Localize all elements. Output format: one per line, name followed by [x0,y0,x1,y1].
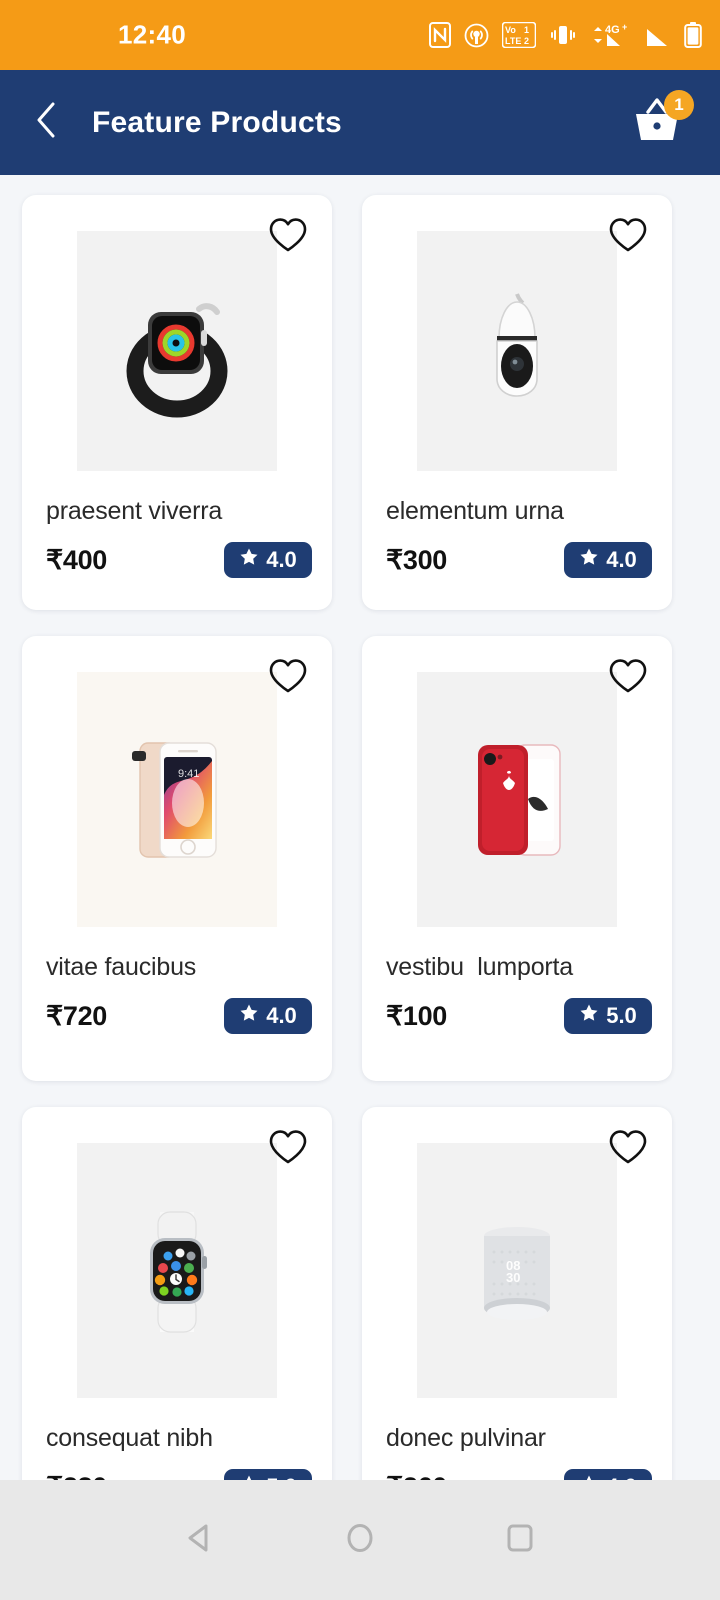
rating-badge: 5.0 [224,1469,312,1480]
rating-value: 4.0 [266,547,297,572]
favorite-button[interactable] [606,1127,650,1171]
star-icon [579,1003,599,1029]
heart-icon [608,217,648,258]
star-icon [579,547,599,573]
rating-badge: 5.0 [564,998,652,1034]
product-image: 08 30 [417,1143,617,1398]
product-price: ₹100 [386,1000,448,1031]
heart-icon [268,658,308,699]
rating-badge: 4.0 [564,1469,652,1480]
nav-back-button[interactable] [165,1505,235,1575]
heart-icon [608,658,648,699]
product-image [77,231,277,471]
svg-text:2: 2 [524,36,529,46]
hotspot-icon [464,23,489,48]
nav-recents-button[interactable] [485,1505,555,1575]
product-name: vitae faucibus [46,953,197,981]
product-name: praesent viverra [46,497,223,525]
svg-text:30: 30 [506,1270,520,1285]
product-image [417,672,617,927]
price-rating-row: ₹400 4.0 [36,542,318,578]
status-bar: 12:40 Vo LTE 1 2 4G + [0,0,720,70]
battery-icon [684,22,702,48]
favorite-button[interactable] [606,656,650,700]
rating-value: 5.0 [606,1003,637,1028]
product-name: donec pulvinar [386,1424,546,1452]
product-price: ₹720 [46,1000,108,1031]
svg-text:9:41: 9:41 [178,768,199,780]
svg-text:Vo: Vo [505,25,516,35]
price-rating-row: ₹720 4.0 [36,998,318,1034]
star-icon [239,1003,259,1029]
product-card[interactable]: elementum urna ₹300 4.0 [362,195,672,610]
home-circle-icon [343,1521,377,1560]
price-rating-row: ₹260 4.0 [376,1469,658,1480]
rating-badge: 4.0 [224,542,312,578]
heart-icon [268,217,308,258]
heart-icon [268,1129,308,1170]
svg-text:LTE: LTE [505,36,521,46]
product-price: ₹300 [386,544,448,575]
nav-home-button[interactable] [325,1505,395,1575]
product-price: ₹400 [46,544,108,575]
product-image: 9:41 [77,672,277,927]
heart-icon [608,1129,648,1170]
svg-text:1: 1 [524,25,529,35]
cart-button[interactable]: 1 [628,89,694,152]
rating-value: 4.0 [606,547,637,572]
recents-square-icon [503,1521,537,1560]
favorite-button[interactable] [266,656,310,700]
product-card[interactable]: vestibu lumporta ₹100 5.0 [362,636,672,1081]
signal-4g-plus-icon: 4G + [590,22,632,48]
status-bar-icons: Vo LTE 1 2 4G + [429,22,702,48]
product-image [417,231,617,471]
star-icon [239,547,259,573]
rating-value: 4.0 [266,1003,297,1028]
product-name: elementum urna [386,497,564,525]
chevron-left-icon [35,101,57,144]
favorite-button[interactable] [266,1127,310,1171]
product-name: vestibu lumporta [386,953,573,981]
product-card[interactable]: 9:41 vitae faucibus ₹720 4.0 [22,636,332,1081]
product-image [77,1143,277,1398]
rating-badge: 4.0 [564,542,652,578]
shopping-basket-icon [628,97,686,152]
rating-badge: 4.0 [224,998,312,1034]
product-card[interactable]: praesent viverra ₹400 4.0 [22,195,332,610]
favorite-button[interactable] [266,215,310,259]
product-price: ₹230 [46,1472,107,1481]
price-rating-row: ₹230 5.0 [36,1469,318,1480]
page-title: Feature Products [92,105,342,139]
back-button[interactable] [18,95,74,151]
product-card[interactable]: 08 30 donec pulvinar ₹260 4.0 [362,1107,672,1480]
vibrate-icon [549,22,577,48]
cart-badge: 1 [664,89,694,120]
app-bar: Feature Products 1 [0,70,720,175]
volte-dual-sim-icon: Vo LTE 1 2 [502,22,536,48]
product-grid: praesent viverra ₹400 4.0 elementum urna… [0,175,720,1480]
signal-bars-icon [645,22,671,48]
svg-text:+: + [622,22,627,32]
back-triangle-icon [183,1521,217,1560]
price-rating-row: ₹100 5.0 [376,998,658,1034]
product-card[interactable]: consequat nibh ₹230 5.0 [22,1107,332,1480]
product-name: consequat nibh [46,1424,213,1452]
favorite-button[interactable] [606,215,650,259]
price-rating-row: ₹300 4.0 [376,542,658,578]
status-bar-clock: 12:40 [118,19,186,50]
nfc-icon [429,22,451,48]
product-price: ₹260 [386,1472,447,1481]
system-navigation-bar [0,1480,720,1600]
